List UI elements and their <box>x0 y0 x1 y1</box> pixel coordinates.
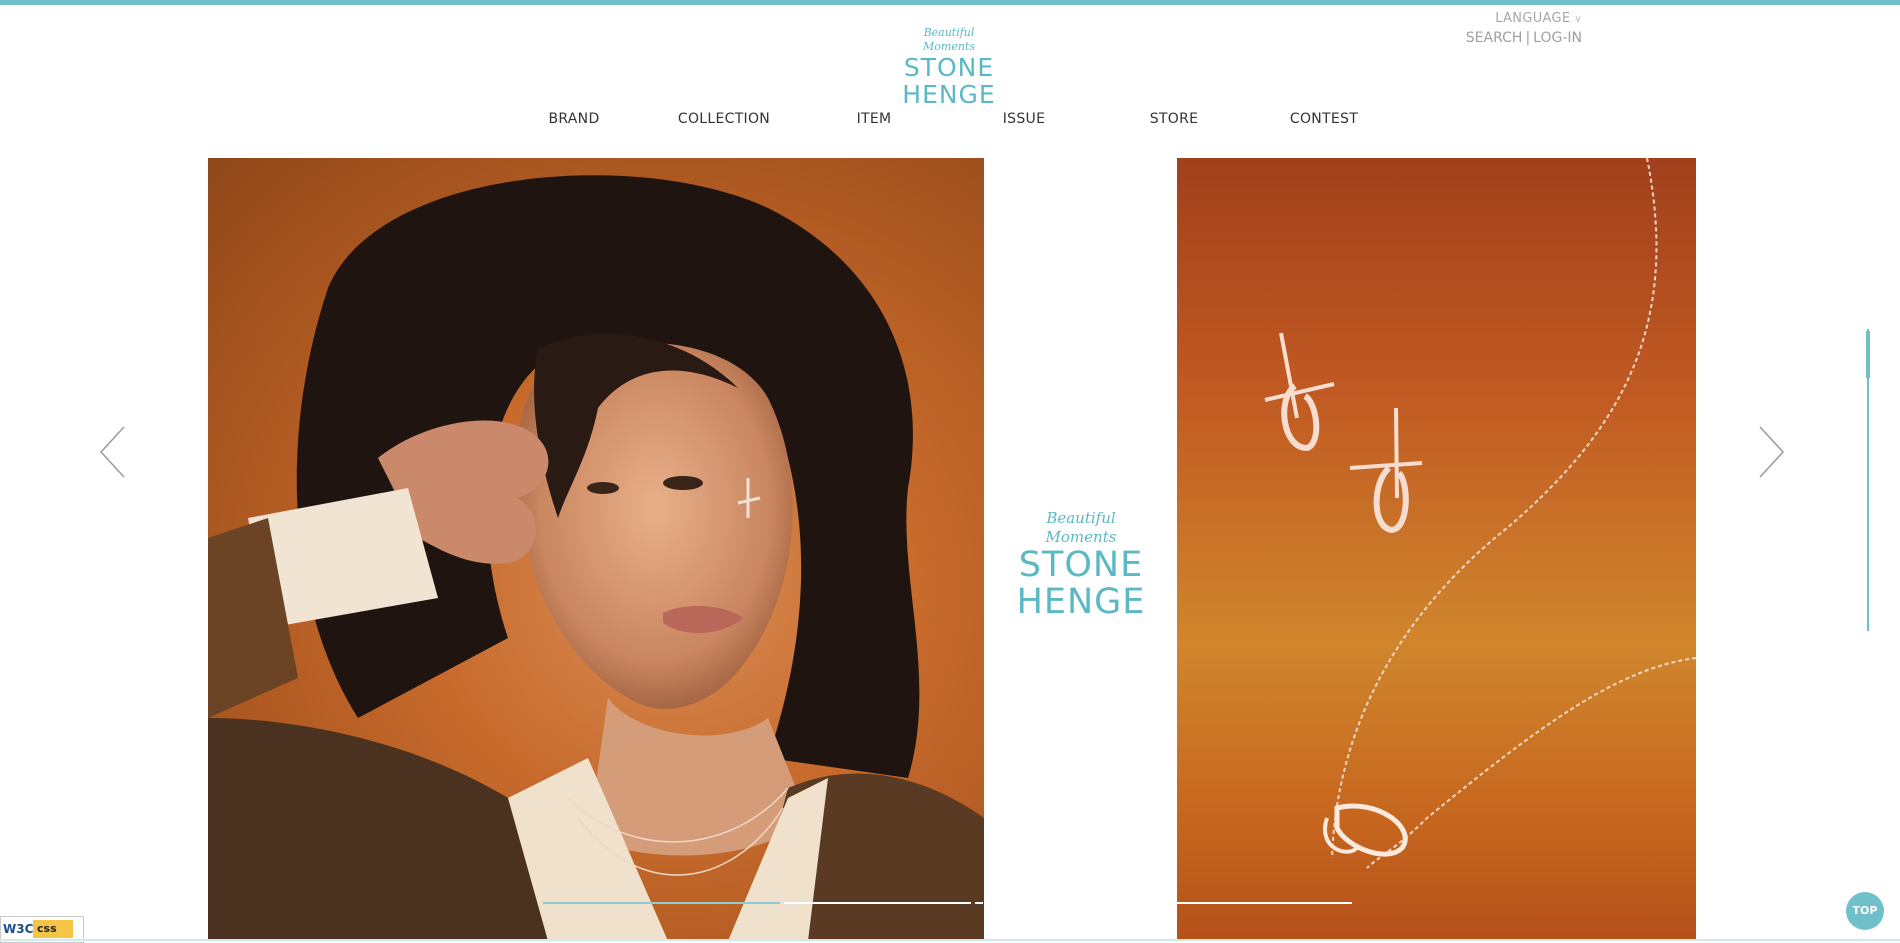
slide-image-model[interactable] <box>208 158 984 941</box>
slide-progress-2[interactable] <box>784 902 971 904</box>
center-logo-word-henge: HENGE <box>1016 582 1146 622</box>
search-link[interactable]: SEARCH <box>1466 30 1523 46</box>
logo-word-henge: HENGE <box>902 80 996 109</box>
center-logo-word-stone: STONE <box>1018 545 1144 585</box>
scrollbar-thumb[interactable] <box>1866 331 1870 378</box>
chevron-down-icon: ∨ <box>1574 14 1582 25</box>
login-link[interactable]: LOG-IN <box>1533 30 1582 46</box>
nav-item-store[interactable]: STORE <box>1109 111 1239 127</box>
center-logo-tagline: Beautiful Moments <box>1045 509 1117 546</box>
top-accent-stripe <box>0 0 1900 5</box>
logo-tagline: Beautiful Moments <box>923 26 975 53</box>
main-nav: BRAND COLLECTION ITEM ISSUE STORE CONTES… <box>500 111 1400 131</box>
language-selector[interactable]: LANGUAGE ∨ <box>1470 11 1582 26</box>
nav-item-collection[interactable]: COLLECTION <box>659 111 789 127</box>
language-label: LANGUAGE <box>1495 11 1571 26</box>
nav-item-brand[interactable]: BRAND <box>509 111 639 127</box>
top-button[interactable]: TOP <box>1846 892 1884 930</box>
slide-progress-4[interactable] <box>1177 902 1352 904</box>
model-portrait-illustration <box>208 175 984 941</box>
css-text: css <box>33 920 73 938</box>
brand-logo[interactable]: Beautiful Moments STONE HENGE <box>898 26 1000 108</box>
slide-progress-1[interactable] <box>543 902 780 904</box>
center-brand-logo: Beautiful Moments STONE HENGE <box>1012 509 1150 621</box>
jewelry-illustration <box>1264 158 1696 869</box>
nav-item-contest[interactable]: CONTEST <box>1259 111 1389 127</box>
chevron-left-icon[interactable] <box>98 425 128 479</box>
slide-image-jewelry[interactable] <box>1177 158 1696 941</box>
w3c-text: W3C <box>3 922 34 936</box>
logo-word-stone: STONE <box>903 53 995 82</box>
chevron-right-icon[interactable] <box>1756 425 1786 479</box>
slide-progress-3[interactable] <box>975 902 983 904</box>
nav-item-issue[interactable]: ISSUE <box>959 111 1089 127</box>
nav-item-item[interactable]: ITEM <box>809 111 939 127</box>
util-separator: | <box>1525 30 1531 46</box>
utility-links: SEARCH | LOG-IN <box>1460 30 1582 46</box>
